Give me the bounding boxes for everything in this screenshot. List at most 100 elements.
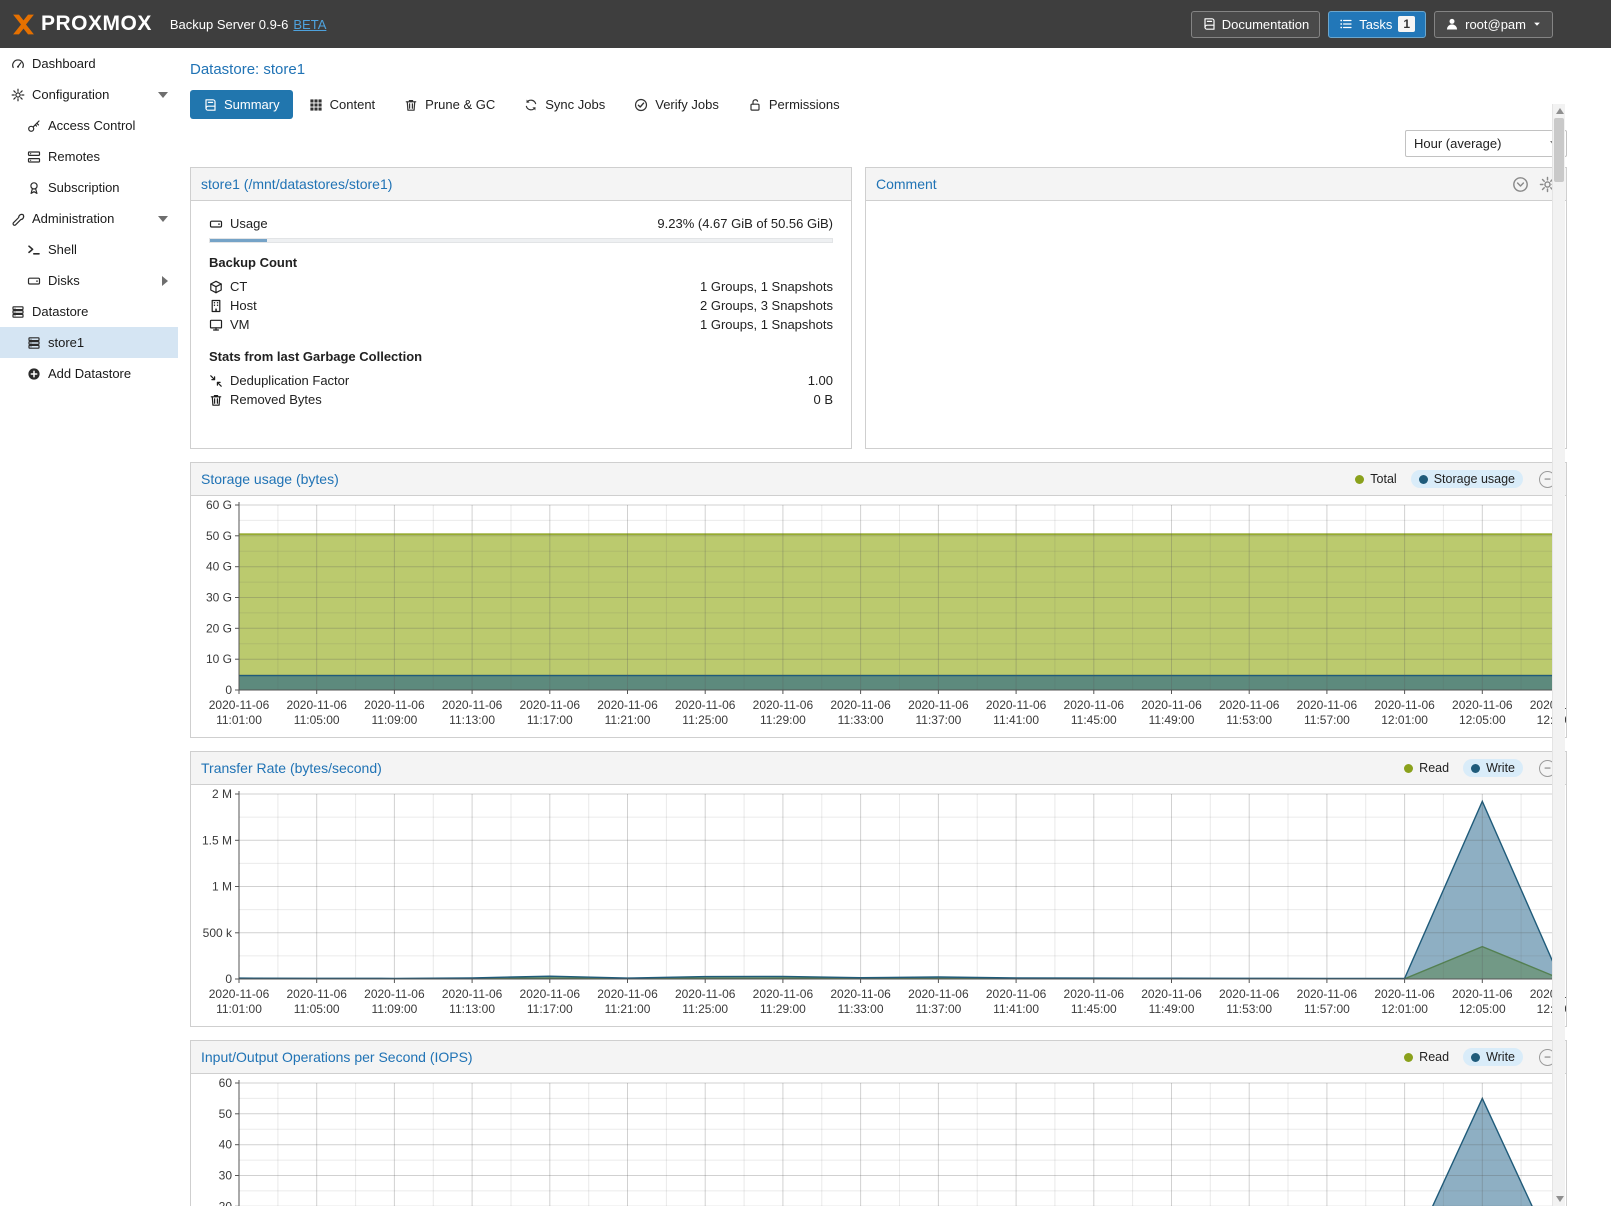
svg-text:11:49:00: 11:49:00 — [1149, 1002, 1195, 1016]
legend-item-write[interactable]: Write — [1463, 1048, 1523, 1066]
hdd-icon — [209, 217, 223, 231]
legend-item-read[interactable]: Read — [1396, 1048, 1457, 1066]
svg-text:2020-11-06: 2020-11-06 — [597, 698, 658, 712]
svg-text:11:25:00: 11:25:00 — [682, 713, 728, 727]
svg-text:2020-11-06: 2020-11-06 — [1141, 698, 1202, 712]
svg-text:2020-11-06: 2020-11-06 — [520, 987, 581, 1001]
sidebar-item-subscription[interactable]: Subscription — [0, 172, 178, 203]
sidebar-item-access-control[interactable]: Access Control — [0, 110, 178, 141]
svg-text:2020-11-06: 2020-11-06 — [286, 987, 347, 1001]
sidebar-item-shell[interactable]: Shell — [0, 234, 178, 265]
comment-panel-title: Comment — [876, 176, 1502, 192]
sidebar-item-label: Subscription — [48, 180, 120, 195]
sidebar-item-remotes[interactable]: Remotes — [0, 141, 178, 172]
datastore-summary-panel: store1 (/mnt/datastores/store1) Usage 9.… — [190, 167, 852, 449]
gc-stats-heading: Stats from last Garbage Collection — [209, 349, 833, 364]
iops-chart-title: Input/Output Operations per Second (IOPS… — [201, 1049, 1386, 1065]
tab-sync-jobs[interactable]: Sync Jobs — [511, 90, 618, 119]
svg-text:2020-11-06: 2020-11-06 — [209, 987, 270, 1001]
backup-count-rows: CT1 Groups, 1 SnapshotsHost2 Groups, 3 S… — [209, 277, 833, 334]
trash-icon — [209, 393, 223, 407]
svg-text:1 M: 1 M — [212, 880, 232, 894]
timeframe-select[interactable]: Hour (average) — [1405, 130, 1567, 157]
svg-text:2020-11-06: 2020-11-06 — [364, 987, 425, 1001]
svg-text:0: 0 — [225, 972, 232, 986]
storage-usage-legend: Total Storage usage — [1347, 470, 1523, 488]
hdd-icon — [27, 274, 41, 288]
svg-text:11:33:00: 11:33:00 — [838, 713, 884, 727]
documentation-button[interactable]: Documentation — [1191, 11, 1320, 38]
svg-text:2020-11-06: 2020-11-06 — [520, 698, 581, 712]
sidebar-item-datastore[interactable]: Datastore — [0, 296, 178, 327]
datastore-icon — [27, 336, 41, 350]
display-icon — [209, 318, 223, 332]
proxmox-logo-icon — [10, 11, 37, 38]
user-menu-button[interactable]: root@pam — [1434, 11, 1553, 38]
sidebar-item-administration[interactable]: Administration — [0, 203, 178, 234]
tasks-button[interactable]: Tasks 1 — [1328, 11, 1426, 38]
cube-icon — [209, 280, 223, 294]
vertical-scrollbar[interactable] — [1552, 104, 1565, 1206]
svg-text:60: 60 — [219, 1076, 233, 1090]
backup-count-heading: Backup Count — [209, 255, 833, 270]
tab-summary[interactable]: Summary — [190, 90, 293, 119]
series-color-dot — [1404, 764, 1413, 773]
tab-prune-gc[interactable]: Prune & GC — [391, 90, 508, 119]
legend-item-write[interactable]: Write — [1463, 759, 1523, 777]
usage-value: 9.23% (4.67 GiB of 50.56 GiB) — [657, 216, 833, 231]
svg-text:2020-11-06: 2020-11-06 — [830, 698, 891, 712]
beta-link[interactable]: BETA — [293, 17, 326, 32]
sidebar-item-label: Configuration — [32, 87, 109, 102]
svg-text:11:21:00: 11:21:00 — [605, 1002, 651, 1016]
scroll-up-icon[interactable] — [1556, 108, 1564, 114]
svg-text:2020-11-06: 2020-11-06 — [286, 698, 347, 712]
tab-verify-jobs[interactable]: Verify Jobs — [621, 90, 732, 119]
svg-text:12:01:00: 12:01:00 — [1381, 713, 1428, 727]
building-icon — [209, 299, 223, 313]
legend-item-read[interactable]: Read — [1396, 759, 1457, 777]
book-icon — [203, 98, 217, 112]
sidebar-item-dashboard[interactable]: Dashboard — [0, 48, 178, 79]
gear-icon — [11, 88, 25, 102]
sidebar-item-configuration[interactable]: Configuration — [0, 79, 178, 110]
caret-down-icon[interactable] — [158, 216, 168, 222]
scrollbar-thumb[interactable] — [1554, 118, 1564, 182]
tab-permissions[interactable]: Permissions — [735, 90, 853, 119]
collapse-right-icon[interactable] — [1512, 176, 1529, 193]
legend-item-storage-usage[interactable]: Storage usage — [1411, 470, 1523, 488]
page-title: Datastore: store1 — [190, 61, 1567, 78]
legend-item-total[interactable]: Total — [1347, 470, 1404, 488]
tab-content[interactable]: Content — [296, 90, 389, 119]
sidebar-item-store1[interactable]: store1 — [0, 327, 178, 358]
sidebar-item-label: Add Datastore — [48, 366, 131, 381]
gauge-icon — [11, 57, 25, 71]
sidebar-item-disks[interactable]: Disks — [0, 265, 178, 296]
svg-text:0: 0 — [225, 683, 232, 697]
svg-text:11:45:00: 11:45:00 — [1071, 713, 1117, 727]
caret-right-icon[interactable] — [162, 276, 168, 286]
svg-text:2020-11-06: 2020-11-06 — [1219, 698, 1280, 712]
sidebar-item-label: Dashboard — [32, 56, 96, 71]
scroll-down-icon[interactable] — [1556, 1196, 1564, 1202]
svg-text:40 G: 40 G — [206, 560, 232, 574]
svg-text:2020-11-06: 2020-11-06 — [442, 987, 503, 1001]
summary-row-ct: CT1 Groups, 1 Snapshots — [209, 277, 833, 296]
product-version: Backup Server 0.9-6BETA — [170, 17, 327, 32]
usage-progress-fill — [210, 239, 267, 242]
transfer-rate-legend: Read Write — [1396, 759, 1523, 777]
svg-text:2020-11-06: 2020-11-06 — [1374, 698, 1435, 712]
timeframe-value: Hour (average) — [1414, 136, 1501, 151]
sidebar-item-add-datastore[interactable]: Add Datastore — [0, 358, 178, 389]
svg-text:1.5 M: 1.5 M — [202, 833, 232, 847]
svg-text:11:37:00: 11:37:00 — [915, 713, 961, 727]
caret-down-icon[interactable] — [158, 92, 168, 98]
remotes-icon — [27, 150, 41, 164]
svg-text:2020-11-06: 2020-11-06 — [986, 698, 1047, 712]
book-icon — [1202, 17, 1216, 31]
comment-panel-body[interactable] — [866, 201, 1566, 448]
svg-text:11:01:00: 11:01:00 — [216, 1002, 262, 1016]
svg-text:11:21:00: 11:21:00 — [605, 713, 651, 727]
sidebar-item-label: Shell — [48, 242, 77, 257]
wrench-icon — [11, 212, 25, 226]
terminal-icon — [27, 243, 41, 257]
